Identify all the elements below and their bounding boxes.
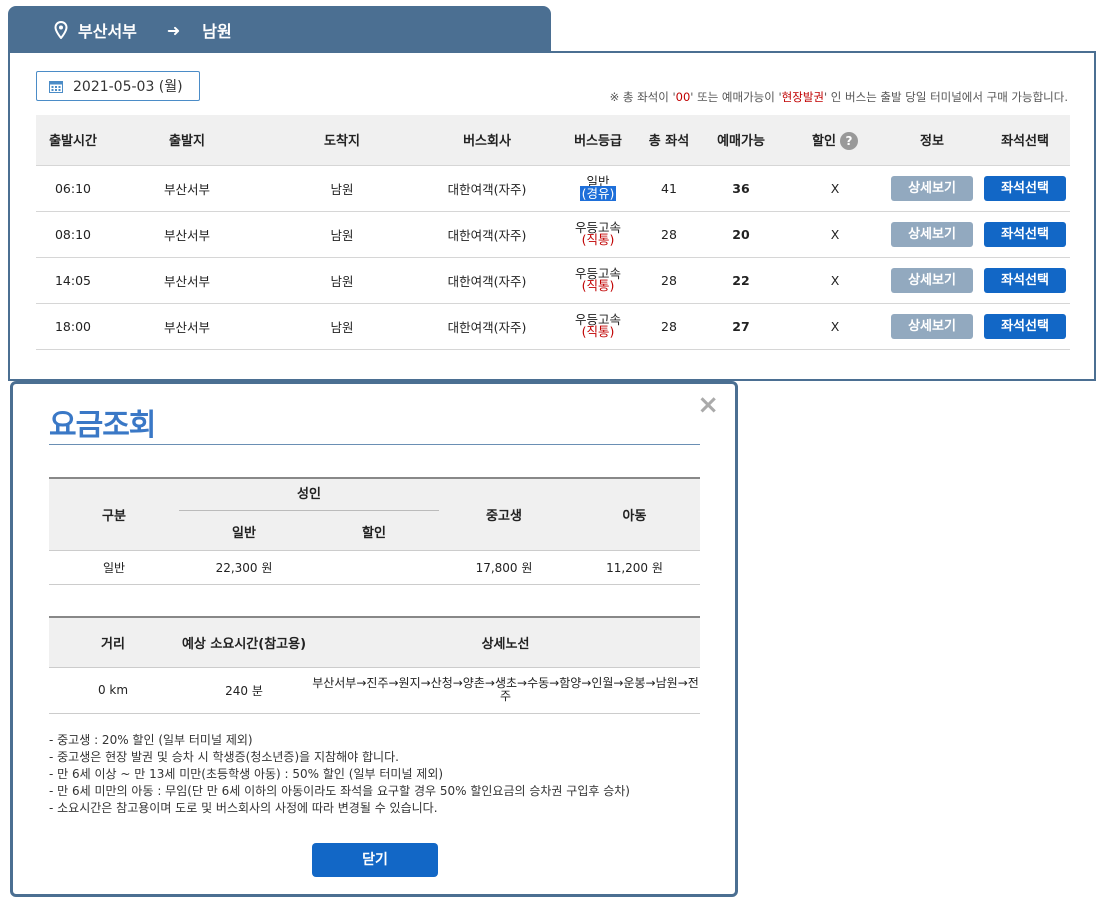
destination: 남원 bbox=[264, 211, 420, 258]
bus-company: 대한여객(자주) bbox=[420, 257, 554, 304]
fare-header-student: 중고생 bbox=[439, 478, 569, 550]
modal-title: 요금조회 bbox=[49, 408, 156, 443]
destination: 남원 bbox=[264, 165, 420, 212]
discount-mark: X bbox=[786, 211, 884, 258]
fare-student: 17,800 원 bbox=[439, 549, 569, 585]
col-header-time: 출발시간 bbox=[36, 115, 110, 166]
bus-company: 대한여객(자주) bbox=[420, 211, 554, 258]
table-row: 일반 22,300 원 17,800 원 11,200 원 bbox=[49, 549, 700, 585]
route-table: 거리 예상 소요시간(참고용) 상세노선 0 km 240 분 부산서부→진주→… bbox=[49, 616, 700, 714]
fare-child: 11,200 원 bbox=[569, 549, 700, 585]
destination: 남원 bbox=[264, 303, 420, 350]
route-header-distance: 거리 bbox=[49, 617, 177, 668]
calendar-icon bbox=[49, 80, 63, 93]
origin: 부산서부 bbox=[110, 257, 264, 304]
departure-time: 08:10 bbox=[36, 211, 110, 258]
fare-table: 구분 성인 중고생 아동 일반 할인 일반 22,300 원 17,800 원 … bbox=[49, 477, 700, 585]
selected-date: 2021-05-03 (월) bbox=[73, 79, 183, 95]
col-header-destination: 도착지 bbox=[264, 115, 420, 166]
col-header-info: 정보 bbox=[884, 115, 980, 166]
purchase-notice: ※ 총 좌석이 '00' 또는 예매가능이 '현장발권' 인 버스는 출발 당일… bbox=[609, 90, 1068, 104]
bus-schedule-table: 출발시간 출발지 도착지 버스회사 버스등급 총 좌석 예매가능 할인? 정보 … bbox=[36, 115, 1070, 350]
departure-time: 18:00 bbox=[36, 303, 110, 350]
close-button[interactable]: 닫기 bbox=[312, 843, 438, 877]
col-header-discount: 할인? bbox=[786, 115, 884, 166]
fare-header-normal: 일반 bbox=[179, 514, 309, 550]
departure-time: 14:05 bbox=[36, 257, 110, 304]
note-item: - 중고생은 현장 발권 및 승차 시 학생증(청소년증)을 지참해야 합니다. bbox=[49, 750, 399, 764]
seat-select-button[interactable]: 좌석선택 bbox=[984, 313, 1066, 339]
bus-company: 대한여객(자주) bbox=[420, 165, 554, 212]
route-header: 부산서부 ➜ 남원 bbox=[8, 6, 551, 54]
bus-results-panel: 2021-05-03 (월) ※ 총 좌석이 '00' 또는 예매가능이 '현장… bbox=[8, 51, 1096, 381]
detail-button[interactable]: 상세보기 bbox=[891, 267, 973, 293]
fare-notes: - 중고생 : 20% 할인 (일부 터미널 제외) - 중고생은 현장 발권 … bbox=[49, 732, 700, 817]
help-icon[interactable]: ? bbox=[839, 132, 858, 150]
available-seats: 20 bbox=[696, 211, 786, 258]
detail-button[interactable]: 상세보기 bbox=[891, 313, 973, 339]
origin: 부산서부 bbox=[110, 165, 264, 212]
note-item: - 만 6세 미만의 아동 : 무임(단 만 6세 이하의 아동이라도 좌석을 … bbox=[49, 784, 630, 798]
fare-header-category: 구분 bbox=[49, 478, 179, 550]
table-row: 14:05 부산서부 남원 대한여객(자주) 우등고속 (직통) 28 22 X … bbox=[36, 257, 1070, 304]
origin: 부산서부 bbox=[110, 211, 264, 258]
fare-header-child: 아동 bbox=[569, 478, 700, 550]
route-header-time: 예상 소요시간(참고용) bbox=[177, 617, 311, 668]
route-destination: 남원 bbox=[202, 22, 232, 41]
discount-mark: X bbox=[786, 165, 884, 212]
departure-time: 06:10 bbox=[36, 165, 110, 212]
bus-grade: 우등고속 (직통) bbox=[554, 211, 642, 258]
bus-company: 대한여객(자주) bbox=[420, 303, 554, 350]
col-header-seat-select: 좌석선택 bbox=[980, 115, 1070, 166]
total-seats: 41 bbox=[642, 165, 696, 212]
note-item: - 소요시간은 참고용이며 도로 및 버스회사의 사정에 따라 변경될 수 있습… bbox=[49, 801, 438, 815]
title-divider bbox=[49, 444, 700, 445]
note-item: - 만 6세 이상 ~ 만 13세 미만(초등학생 아동) : 50% 할인 (… bbox=[49, 767, 444, 781]
route-header-path: 상세노선 bbox=[311, 617, 700, 668]
seat-select-button[interactable]: 좌석선택 bbox=[984, 175, 1066, 201]
col-header-available: 예매가능 bbox=[696, 115, 786, 166]
destination: 남원 bbox=[264, 257, 420, 304]
note-item: - 중고생 : 20% 할인 (일부 터미널 제외) bbox=[49, 733, 253, 747]
table-row: 08:10 부산서부 남원 대한여객(자주) 우등고속 (직통) 28 20 X … bbox=[36, 211, 1070, 258]
col-header-grade: 버스등급 bbox=[554, 115, 642, 166]
route-distance: 0 km bbox=[49, 667, 177, 714]
fare-adult-discount bbox=[309, 549, 439, 585]
bus-grade: 일반 (경유) bbox=[554, 165, 642, 212]
available-seats: 36 bbox=[696, 165, 786, 212]
bus-grade: 우등고속 (직통) bbox=[554, 303, 642, 350]
available-seats: 27 bbox=[696, 303, 786, 350]
bus-grade: 우등고속 (직통) bbox=[554, 257, 642, 304]
detail-button[interactable]: 상세보기 bbox=[891, 175, 973, 201]
available-seats: 22 bbox=[696, 257, 786, 304]
discount-mark: X bbox=[786, 303, 884, 350]
col-header-company: 버스회사 bbox=[420, 115, 554, 166]
arrow-right-icon: ➜ bbox=[166, 20, 181, 40]
route-origin: 부산서부 bbox=[78, 22, 137, 41]
total-seats: 28 bbox=[642, 211, 696, 258]
fare-header-discount: 할인 bbox=[309, 514, 439, 550]
table-row: 0 km 240 분 부산서부→진주→원지→산청→양촌→생초→수동→함양→인월→… bbox=[49, 667, 700, 714]
col-header-origin: 출발지 bbox=[110, 115, 264, 166]
seat-select-button[interactable]: 좌석선택 bbox=[984, 267, 1066, 293]
detail-button[interactable]: 상세보기 bbox=[891, 221, 973, 247]
table-row: 18:00 부산서부 남원 대한여객(자주) 우등고속 (직통) 28 27 X … bbox=[36, 303, 1070, 350]
col-header-total-seats: 총 좌석 bbox=[642, 115, 696, 166]
discount-mark: X bbox=[786, 257, 884, 304]
table-row: 06:10 부산서부 남원 대한여객(자주) 일반 (경유) 41 36 X 상세… bbox=[36, 165, 1070, 212]
fare-header-adult: 성인 bbox=[179, 478, 439, 514]
date-picker[interactable]: 2021-05-03 (월) bbox=[36, 71, 200, 101]
total-seats: 28 bbox=[642, 257, 696, 304]
seat-select-button[interactable]: 좌석선택 bbox=[984, 221, 1066, 247]
fare-adult-normal: 22,300 원 bbox=[179, 549, 309, 585]
location-pin-icon bbox=[54, 20, 68, 40]
total-seats: 28 bbox=[642, 303, 696, 350]
route-duration: 240 분 bbox=[177, 667, 311, 714]
origin: 부산서부 bbox=[110, 303, 264, 350]
close-icon[interactable]: × bbox=[697, 390, 719, 420]
route-path: 부산서부→진주→원지→산청→양촌→생초→수동→함양→인월→운봉→남원→전주 bbox=[311, 667, 700, 714]
fare-modal: 요금조회 × 구분 성인 중고생 아동 일반 할인 일반 22,300 원 17… bbox=[10, 381, 738, 897]
fare-category: 일반 bbox=[49, 549, 179, 585]
